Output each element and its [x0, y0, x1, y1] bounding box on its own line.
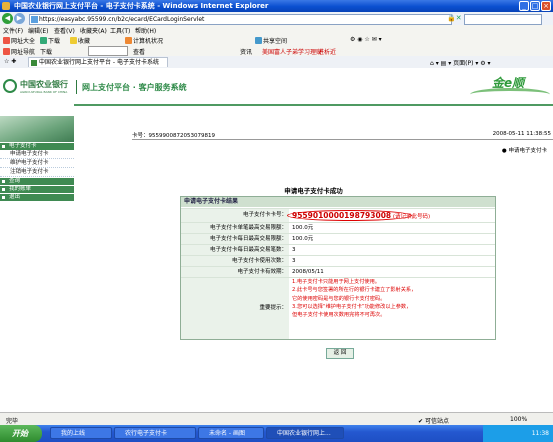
- row-label: 电子支付卡卡号：: [181, 209, 289, 222]
- sidebar-item-apply[interactable]: 申请电子支付卡: [0, 150, 74, 159]
- security-zone: ✔ 可信站点: [418, 418, 449, 425]
- start-button[interactable]: 开始: [0, 425, 42, 442]
- tab-abc-payment[interactable]: 中国农业银行网上支付平台 - 电子支付卡系统: [28, 57, 168, 67]
- header-divider: [76, 80, 77, 94]
- row-label: 电子支付卡每日最高交易限额：: [181, 234, 289, 244]
- result-table-title: 申请电子支付卡结果: [181, 197, 495, 207]
- taskbar-item-active[interactable]: 中国农业银行网上...: [266, 427, 344, 439]
- table-row: 电子支付卡有效期： 2008/05/11: [181, 266, 495, 277]
- back-button-page[interactable]: 返 回: [326, 348, 354, 359]
- computer-icon: [125, 37, 132, 44]
- window-titlebar: 中国农业银行网上支付平台 - 电子支付卡系统 - Windows Interne…: [0, 0, 553, 12]
- tb-news[interactable]: 资讯: [240, 47, 252, 56]
- sidebar-group-card[interactable]: 电子支付卡: [0, 143, 74, 150]
- url-input[interactable]: https://easyabc.95599.cn/b2c/ecard/ECard…: [29, 14, 452, 25]
- result-table: 申请电子支付卡结果 电子支付卡卡号： 9559010000198793008 (…: [180, 196, 496, 340]
- close-button[interactable]: ×: [541, 1, 551, 11]
- site-title: 网上支付平台 · 客户服务系统: [82, 83, 187, 92]
- sidebar-group-exit[interactable]: 退出: [0, 194, 74, 201]
- minimize-button[interactable]: _: [519, 1, 529, 11]
- tab-label: 中国农业银行网上支付平台 - 电子支付卡系统: [39, 59, 159, 66]
- taskbar-item[interactable]: 我的上线: [50, 427, 112, 439]
- search-input[interactable]: [464, 14, 542, 25]
- card-info-line: 卡号：9559900872053079819 2008-05-11 11:38:…: [132, 131, 553, 140]
- lock-refresh-icons[interactable]: 🔒✕: [447, 14, 462, 22]
- main-panel: 卡号：9559900872053079819 2008-05-11 11:38:…: [74, 104, 553, 412]
- address-bar: ◀ ▶ https://easyabc.95599.cn/b2c/ecard/E…: [0, 12, 553, 26]
- table-row: 电子支付卡卡号： 9559010000198793008 (请记录此号码): [181, 208, 495, 222]
- sidebar: 电子支付卡 申请电子支付卡 维护电子支付卡 注销电子支付卡 查询 我的账单 退出: [0, 104, 74, 412]
- bank-name-en: AGRICULTURAL BANK OF CHINA: [20, 90, 68, 94]
- maximize-button[interactable]: □: [530, 1, 540, 11]
- sidebar-item-maintain[interactable]: 维护电子支付卡: [0, 159, 74, 168]
- table-row: 电子支付卡使用次数： 3: [181, 255, 495, 266]
- row-label: 电子支付卡单笔最高交易限额：: [181, 223, 289, 233]
- row-value: 3: [292, 247, 296, 253]
- ie-icon: [2, 2, 10, 10]
- tb-nav-download[interactable]: 下载: [40, 47, 52, 56]
- page-content: 中国农业银行 AGRICULTURAL BANK OF CHINA 网上支付平台…: [0, 68, 553, 412]
- status-bar: 完毕 ✔ 可信站点 100%: [0, 412, 553, 426]
- sidebar-banner: [0, 116, 74, 142]
- row-label: 电子支付卡使用次数：: [181, 256, 289, 266]
- row-label: 电子支付卡有效期：: [181, 267, 289, 277]
- nav-icon: [3, 48, 10, 55]
- row-value: 100.0元: [292, 225, 314, 231]
- notice-row: 重要提示： 1.电子支付卡只能用于网上支付使用。 2.此卡号与您签署的所在行的银…: [181, 277, 495, 339]
- card-number-label: 卡号：9559900872053079819: [132, 133, 215, 139]
- zoom-level[interactable]: 100%: [510, 416, 527, 423]
- result-title: 申请电子支付卡成功: [284, 187, 343, 195]
- tb-pc-status[interactable]: 计算机状况: [125, 36, 163, 45]
- tb-favorites[interactable]: 收藏: [70, 36, 90, 45]
- tb-news-headline[interactable]: 美国富人子弟学习理财: [262, 47, 322, 56]
- taskbar: 开始 我的上线 农行电子支付卡 未命名 - 画图 中国农业银行网上... 11:…: [0, 425, 553, 442]
- url-text: https://easyabc.95599.cn/b2c/ecard/ECard…: [39, 16, 205, 23]
- taskbar-item[interactable]: 未命名 - 画图: [198, 427, 264, 439]
- table-row: 电子支付卡单笔最高交易限额： 100.0元: [181, 222, 495, 233]
- tb-sites[interactable]: 网址大全: [3, 36, 35, 45]
- forward-button[interactable]: ▶: [14, 13, 25, 24]
- notice-label: 重要提示：: [181, 278, 289, 339]
- login-datetime: 2008-05-11 11:38:55: [492, 131, 551, 137]
- bank-header: 中国农业银行 AGRICULTURAL BANK OF CHINA 网上支付平台…: [0, 68, 553, 106]
- brand-logo: 金e顺: [492, 76, 525, 90]
- sidebar-group-bills[interactable]: 我的账单: [0, 186, 74, 193]
- site-favicon: [31, 16, 38, 23]
- tb-nav-sites[interactable]: 网址导航: [3, 47, 35, 56]
- taskbar-item[interactable]: 农行电子支付卡: [114, 427, 196, 439]
- page-tools[interactable]: ⌂ ▾ ▤ ▾ 页面(P) ▾ ⚙ ▾: [430, 58, 491, 67]
- menu-bar: 文件(F) 编辑(E) 查看(V) 收藏夹(A) 工具(T) 帮助(H): [0, 25, 553, 35]
- highlight-oval: [287, 210, 412, 221]
- bank-name: 中国农业银行: [20, 80, 68, 89]
- home-icon: [3, 37, 10, 44]
- notice-text: 1.电子支付卡只能用于网上支付使用。 2.此卡号与您签署的所在行的银行卡建立了影…: [292, 279, 417, 319]
- star-icon: [70, 37, 77, 44]
- sidebar-group-query[interactable]: 查询: [0, 178, 74, 185]
- back-button[interactable]: ◀: [2, 13, 13, 24]
- table-row: 电子支付卡每日最高交易笔数： 3: [181, 244, 495, 255]
- breadcrumb: ● 申请电子支付卡: [501, 148, 547, 154]
- favorites-star-icon[interactable]: ☆ ✚: [4, 58, 16, 65]
- download-icon: [40, 37, 47, 44]
- tab-favicon: [31, 60, 37, 66]
- system-tray: 11:38: [483, 425, 553, 442]
- row-value: 3: [292, 258, 296, 264]
- tb-news-more[interactable]: 进析近: [318, 47, 336, 56]
- window-title: 中国农业银行网上支付平台 - 电子支付卡系统 - Windows Interne…: [14, 2, 269, 10]
- sidebar-menu: 电子支付卡 申请电子支付卡 维护电子支付卡 注销电子支付卡 查询 我的账单 退出: [0, 142, 74, 201]
- abc-logo-icon: [3, 79, 17, 93]
- row-value: 100.0元: [292, 236, 314, 242]
- toolbar-combo[interactable]: [88, 46, 128, 56]
- tb-download[interactable]: 下载: [40, 36, 60, 45]
- sidebar-item-cancel[interactable]: 注销电子支付卡: [0, 168, 74, 177]
- row-label: 电子支付卡每日最高交易笔数：: [181, 245, 289, 255]
- table-row: 电子支付卡每日最高交易限额： 100.0元: [181, 233, 495, 244]
- tb-share-space[interactable]: 共享空间: [255, 36, 287, 45]
- tray-clock: 11:38: [531, 430, 549, 437]
- row-value: 2008/05/11: [292, 269, 324, 275]
- tb-tools-icons[interactable]: ⚙ ◉ ☆ ✉ ▾: [350, 36, 382, 43]
- share-icon: [255, 37, 262, 44]
- status-text: 完毕: [6, 418, 19, 425]
- tb-nav-view[interactable]: 查看: [133, 47, 145, 56]
